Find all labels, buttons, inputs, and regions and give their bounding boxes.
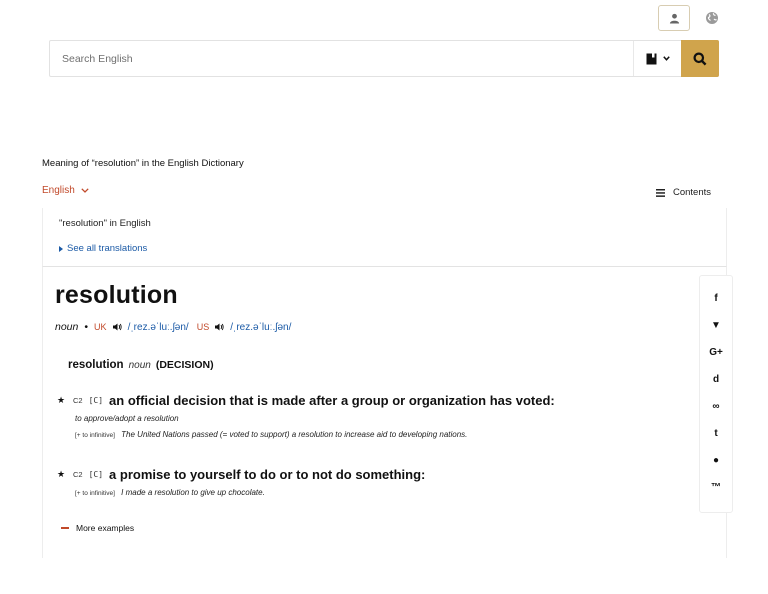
sense-block: ★ C2 [C] an official decision that is ma… <box>57 393 555 439</box>
page-title: Meaning of “resolution” in the English D… <box>42 158 244 169</box>
dictionary-selector[interactable] <box>633 41 681 76</box>
grammar-code: [C] <box>88 470 104 479</box>
speaker-icon <box>215 323 224 331</box>
chevron-down-icon <box>662 56 670 61</box>
pronunciation-line: noun • UK /ˌrez.əˈluː.ʃən/ US /ˌrez.əˈlu… <box>55 321 293 333</box>
globe-icon <box>706 12 718 24</box>
contents-label: Contents <box>672 187 711 198</box>
language-dropdown[interactable]: English <box>42 185 89 196</box>
link-icon[interactable]: ™ <box>700 474 732 501</box>
guide-word-heading: resolution noun (DECISION) <box>68 359 214 371</box>
reddit-icon[interactable]: ● <box>700 447 732 474</box>
example-sentence: [+ to infinitive] The United Nations pas… <box>75 430 555 439</box>
user-icon <box>669 13 679 24</box>
uk-pronunciation: /ˌrez.əˈluː.ʃən/ <box>127 321 189 333</box>
example-sentence: [+ to infinitive] I made a resolution to… <box>75 488 425 497</box>
uk-label: UK <box>94 322 107 332</box>
collapse-dash-icon <box>61 527 69 529</box>
example-grammar-code: [+ to infinitive] <box>75 432 115 439</box>
see-all-translations-link[interactable]: See all translations <box>59 243 147 254</box>
example-text: The United Nations passed (= voted to su… <box>121 430 468 439</box>
separator-dot: • <box>84 321 89 333</box>
facebook-icon[interactable]: f <box>700 285 732 312</box>
dictionary-entry: resolution noun • UK /ˌrez.əˈluː.ʃən/ US… <box>42 266 727 558</box>
see-all-translations-label: See all translations <box>67 243 148 254</box>
contents-button[interactable]: Contents <box>655 187 711 198</box>
header-actions <box>658 5 720 31</box>
search-icon <box>693 52 707 65</box>
translations-panel: "resolution" in English See all translat… <box>42 208 727 266</box>
stumbleupon-icon[interactable]: ∞ <box>700 393 732 420</box>
chevron-down-icon <box>81 188 89 193</box>
guide-part-of-speech: noun <box>128 360 151 371</box>
us-label: US <box>196 322 210 332</box>
search-input[interactable] <box>50 41 633 76</box>
language-label: English <box>42 185 75 196</box>
google-plus-icon[interactable]: G+ <box>700 339 732 366</box>
guide-headword: resolution <box>68 359 124 371</box>
sense-block: ★ C2 [C] a promise to yourself to do or … <box>57 467 425 497</box>
caret-right-icon <box>59 245 63 252</box>
us-pronunciation: /ˌrez.əˈluː.ʃən/ <box>230 321 292 333</box>
guide-word: (DECISION) <box>155 359 214 371</box>
tumblr-icon[interactable]: t <box>700 420 732 447</box>
example-sentence: to approve/adopt a resolution <box>75 414 555 423</box>
example-text: I made a resolution to give up chocolate… <box>121 488 265 497</box>
us-audio-button[interactable] <box>215 323 224 331</box>
cefr-level: C2 <box>73 396 83 405</box>
headword: resolution <box>55 281 178 309</box>
delicious-icon[interactable]: d <box>700 366 732 393</box>
definition-line: ★ C2 [C] an official decision that is ma… <box>57 393 555 408</box>
language-globe-button[interactable] <box>704 10 720 26</box>
search-bar <box>49 40 719 77</box>
more-examples-label: More examples <box>76 523 135 533</box>
part-of-speech: noun <box>55 321 79 333</box>
star-icon[interactable]: ★ <box>57 469 67 480</box>
user-account-button[interactable] <box>658 5 690 31</box>
twitter-icon[interactable]: ▼ <box>700 312 732 339</box>
menu-icon <box>655 188 665 197</box>
uk-audio-button[interactable] <box>112 323 122 331</box>
example-text: to approve/adopt a resolution <box>75 414 179 423</box>
star-icon[interactable]: ★ <box>57 395 67 406</box>
search-submit-button[interactable] <box>681 40 719 77</box>
definition-text: a promise to yourself to do or to not do… <box>109 467 426 482</box>
share-sidebar: f ▼ G+ d ∞ t ● ™ <box>699 275 733 513</box>
book-icon <box>646 53 656 64</box>
example-grammar-code: [+ to infinitive] <box>75 490 115 497</box>
definition-text: an official decision that is made after … <box>109 393 555 408</box>
definition-line: ★ C2 [C] a promise to yourself to do or … <box>57 467 425 482</box>
cefr-level: C2 <box>73 470 83 479</box>
grammar-code: [C] <box>88 396 104 405</box>
in-english-heading: "resolution" in English <box>59 218 151 229</box>
more-examples-toggle[interactable]: More examples <box>61 523 134 533</box>
speaker-icon <box>112 323 122 331</box>
